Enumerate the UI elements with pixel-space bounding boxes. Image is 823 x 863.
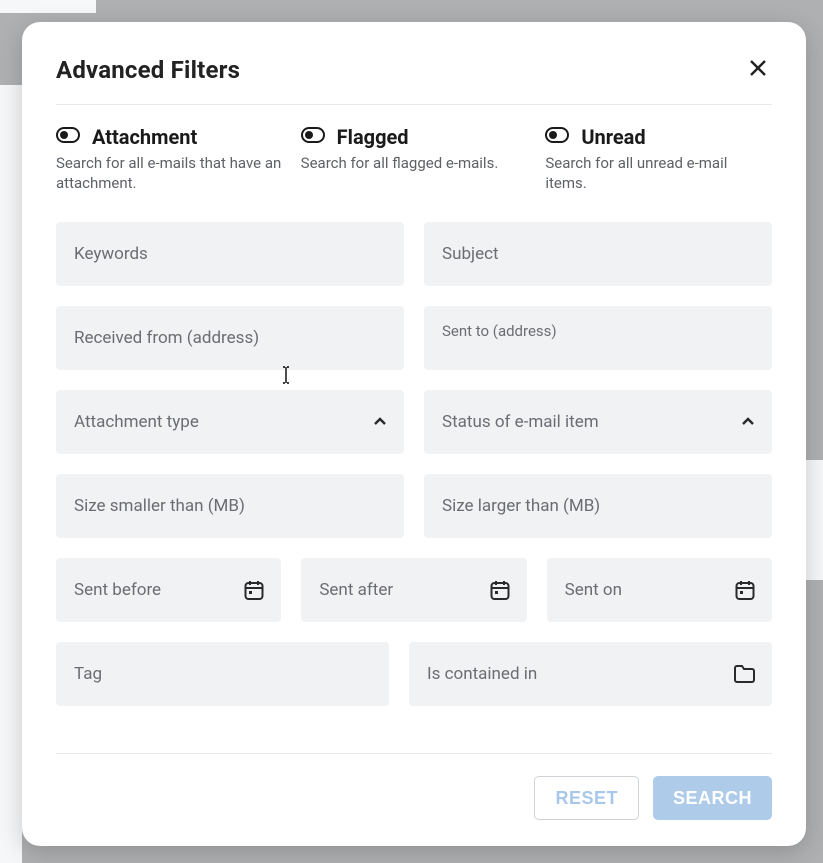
toggle-label: Attachment (92, 125, 197, 149)
calendar-icon (243, 579, 265, 601)
field-placeholder: Sent to (address) (442, 322, 557, 340)
toggle-row: Attachment Search for all e-mails that h… (56, 105, 772, 202)
contained-in-field[interactable]: Is contained in (409, 642, 772, 706)
reset-button[interactable]: RESET (534, 776, 639, 820)
bg-strip (806, 460, 823, 580)
received-from-field[interactable]: Received from (address) (56, 306, 404, 370)
field-placeholder: Is contained in (427, 664, 537, 684)
modal-inner: Advanced Filters Attachment Search for a… (22, 22, 806, 846)
modal-backdrop: Advanced Filters Attachment Search for a… (0, 0, 823, 863)
field-placeholder: Status of e-mail item (442, 412, 599, 432)
toggle-unread[interactable]: Unread Search for all unread e-mail item… (545, 125, 772, 194)
sent-on-field[interactable]: Sent on (547, 558, 772, 622)
toggle-label: Flagged (337, 125, 409, 149)
size-larger-field[interactable]: Size larger than (MB) (424, 474, 772, 538)
toggle-off-icon (301, 127, 325, 147)
field-placeholder: Attachment type (74, 412, 199, 432)
fields-container: Keywords Subject Received from (address)… (56, 202, 772, 732)
sent-to-field[interactable]: Sent to (address) (424, 306, 772, 370)
keywords-field[interactable]: Keywords (56, 222, 404, 286)
field-placeholder: Size smaller than (MB) (74, 496, 245, 516)
toggle-desc: Search for all unread e-mail items. (545, 153, 772, 194)
folder-icon (732, 663, 756, 685)
field-placeholder: Sent before (74, 580, 161, 600)
calendar-icon (734, 579, 756, 601)
close-button[interactable] (744, 54, 772, 86)
modal-footer: RESET SEARCH (56, 753, 772, 820)
field-placeholder: Received from (address) (74, 328, 259, 348)
field-value (442, 342, 446, 361)
field-placeholder: Subject (442, 244, 499, 264)
toggle-flagged[interactable]: Flagged Search for all flagged e-mails. (301, 125, 528, 194)
sent-after-field[interactable]: Sent after (301, 558, 526, 622)
modal-header: Advanced Filters (56, 54, 772, 104)
search-button[interactable]: SEARCH (653, 776, 772, 820)
close-icon (748, 58, 768, 78)
subject-field[interactable]: Subject (424, 222, 772, 286)
tag-field[interactable]: Tag (56, 642, 389, 706)
chevron-up-icon (740, 414, 756, 430)
field-placeholder: Sent after (319, 580, 393, 600)
size-smaller-field[interactable]: Size smaller than (MB) (56, 474, 404, 538)
chevron-up-icon (372, 414, 388, 430)
field-placeholder: Size larger than (MB) (442, 496, 600, 516)
toggle-attachment[interactable]: Attachment Search for all e-mails that h… (56, 125, 283, 194)
field-placeholder: Sent on (565, 580, 622, 600)
toggle-desc: Search for all flagged e-mails. (301, 153, 528, 173)
bg-strip (0, 0, 96, 13)
bg-strip (0, 85, 22, 863)
calendar-icon (489, 579, 511, 601)
advanced-filters-modal: Advanced Filters Attachment Search for a… (22, 22, 806, 846)
toggle-desc: Search for all e-mails that have an atta… (56, 153, 283, 194)
attachment-type-select[interactable]: Attachment type (56, 390, 404, 454)
sent-before-field[interactable]: Sent before (56, 558, 281, 622)
modal-title: Advanced Filters (56, 56, 240, 84)
toggle-off-icon (56, 127, 80, 147)
toggle-label: Unread (581, 125, 645, 149)
field-placeholder: Tag (74, 664, 102, 684)
status-select[interactable]: Status of e-mail item (424, 390, 772, 454)
toggle-off-icon (545, 127, 569, 147)
field-placeholder: Keywords (74, 244, 148, 264)
